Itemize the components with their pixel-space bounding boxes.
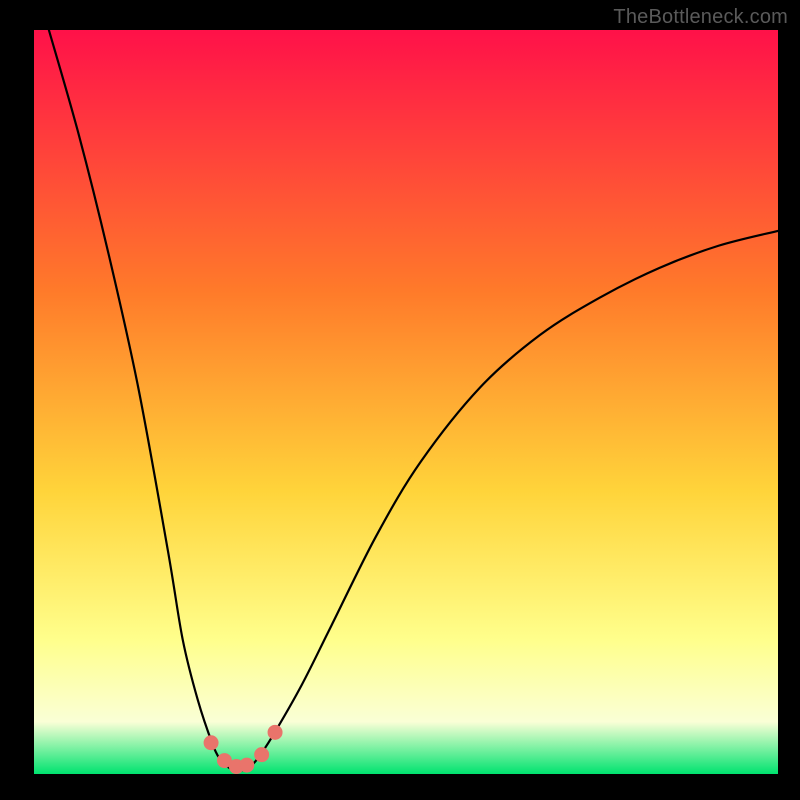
- chart-svg: [0, 0, 800, 800]
- plot-area: [34, 30, 778, 774]
- marker-dot: [268, 725, 282, 739]
- marker-dot: [204, 736, 218, 750]
- chart-container: TheBottleneck.com: [0, 0, 800, 800]
- marker-dot: [240, 758, 254, 772]
- watermark-text: TheBottleneck.com: [613, 6, 788, 29]
- marker-dot: [255, 748, 269, 762]
